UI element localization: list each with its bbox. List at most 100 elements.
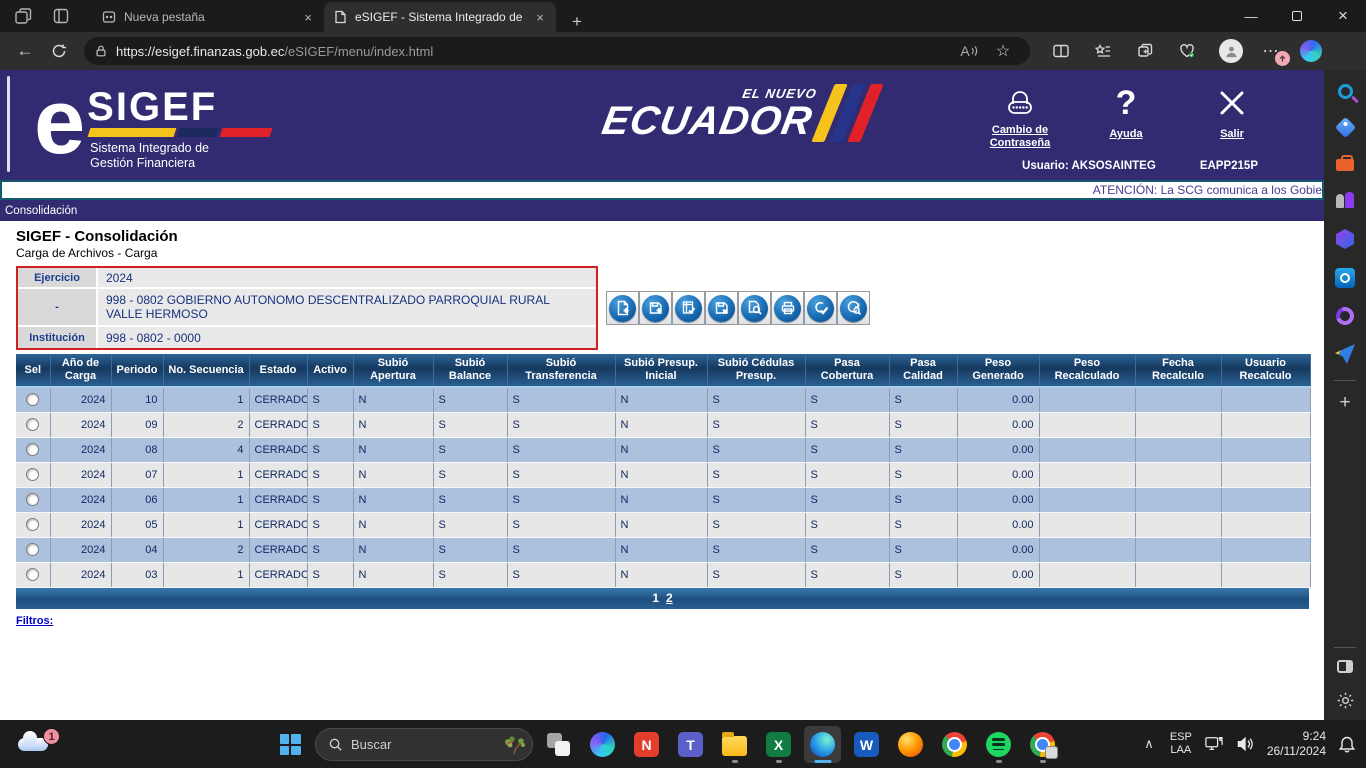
save-record-button[interactable] [639,291,672,325]
drop-icon[interactable] [1335,344,1355,364]
new-record-button[interactable] [606,291,639,325]
validate-record-button[interactable] [672,291,705,325]
tab-nueva-pestana[interactable]: Nueva pestaña × [92,2,324,32]
settings-gear-icon[interactable] [1336,691,1355,710]
logout-button[interactable]: Salir [1194,82,1270,151]
table-cell: 2024 [50,487,112,513]
table-cell: S [805,462,890,488]
table-cell [1135,412,1222,438]
shopping-icon[interactable] [1334,116,1356,139]
search-icon[interactable] [1337,84,1353,99]
pagination-bar: 1 2 [16,587,1309,609]
sidebar-add-icon[interactable]: + [1339,393,1350,412]
row-select-radio[interactable] [26,468,40,481]
taskbar-excel-icon[interactable]: X [760,726,797,763]
table-cell: S [307,512,354,538]
tray-chevron-up-icon[interactable]: ∧ [1140,736,1158,752]
filters-link[interactable]: Filtros: [16,615,53,627]
approve-record-button[interactable] [804,291,837,325]
change-password-button[interactable]: Cambio de Contraseña [982,82,1058,151]
volume-icon[interactable] [1236,735,1255,753]
more-menu-icon[interactable]: ⋯ [1254,36,1290,66]
reload-records-button[interactable] [837,291,870,325]
column-header: Activo [307,354,354,388]
table-cell: S [433,562,508,588]
table-cell: N [615,412,708,438]
loop-icon[interactable] [1333,304,1357,328]
taskbar-copilot-icon[interactable] [584,726,621,763]
url-bar[interactable]: https://esigef.finanzas.gob.ec/eSIGEF/me… [84,37,1030,65]
weather-widget[interactable]: 1 [16,728,60,760]
search-highlight-plant-icon[interactable] [501,733,527,757]
taskbar-file-explorer-icon[interactable] [716,726,753,763]
delete-record-button[interactable] [705,291,738,325]
collections-icon[interactable] [1128,36,1162,66]
language-indicator[interactable]: ESP LAA [1170,731,1192,757]
outlook-icon[interactable] [1335,268,1355,288]
page-link-2[interactable]: 2 [666,591,673,605]
print-record-button[interactable] [771,291,804,325]
lock-icon [94,44,108,58]
taskbar-nitro-pdf-icon[interactable]: N [628,726,665,763]
row-select-radio[interactable] [26,393,40,407]
tab-preview-icon[interactable] [52,7,70,25]
table-cell: CERRADO [249,487,308,513]
start-button[interactable] [272,727,308,763]
network-icon[interactable] [1204,735,1224,753]
row-select-radio[interactable] [26,493,40,506]
sidebar-panel-icon[interactable] [1337,660,1353,673]
server-label: EAPP215P [1199,160,1258,172]
workspaces-icon[interactable] [14,7,32,25]
row-select-radio[interactable] [26,443,40,456]
tray-time: 9:24 [1302,729,1326,743]
taskbar-chrome-icon[interactable] [936,726,973,763]
taskbar-teams-icon[interactable]: T [672,726,709,763]
windows-taskbar: 1 Buscar NT X W ∧ ESP LAA 9:24 26/11/2024 [0,720,1366,768]
minimize-button[interactable]: — [1228,0,1274,32]
browser-essentials-icon[interactable] [1170,36,1204,66]
search-icon [329,738,342,751]
taskbar-word-icon[interactable]: W [848,726,885,763]
row-select-radio[interactable] [26,568,40,581]
tab-esigef[interactable]: eSIGEF - Sistema Integrado de G × [324,2,556,32]
favorites-list-icon[interactable] [1086,36,1120,66]
row-select-radio[interactable] [26,543,40,556]
profile-avatar[interactable] [1214,36,1248,66]
favorite-star-icon[interactable]: ☆ [986,36,1020,66]
taskbar-firefox-icon[interactable] [892,726,929,763]
taskbar-search[interactable]: Buscar [315,728,533,761]
tab-strip: Nueva pestaña × eSIGEF - Sistema Integra… [92,0,588,32]
taskbar-task-view-icon[interactable] [540,726,577,763]
clock[interactable]: 9:24 26/11/2024 [1267,729,1326,759]
help-button[interactable]: ? Ayuda [1088,82,1164,151]
notification-bell-icon[interactable] [1338,735,1356,754]
view-record-button[interactable] [738,291,771,325]
logo-sigef-text: SIGEF [87,85,218,129]
tab-close-icon[interactable]: × [300,10,316,25]
table-cell: CERRADO [249,562,308,588]
toolbox-icon[interactable] [1336,155,1354,171]
tab-close-icon[interactable]: × [532,10,548,25]
new-tab-button[interactable]: + [566,12,588,32]
microsoft-365-icon[interactable] [1336,229,1354,249]
maximize-button[interactable] [1274,0,1320,32]
taskbar-spotify-icon[interactable] [980,726,1017,763]
taskbar-chrome-profile-icon[interactable] [1024,726,1061,763]
split-screen-icon[interactable] [1044,36,1078,66]
row-select-radio[interactable] [26,518,40,531]
update-badge-icon [1275,51,1290,66]
select-cell [16,562,51,588]
copilot-icon[interactable] [1294,36,1328,66]
row-select-radio[interactable] [26,418,40,431]
close-window-button[interactable]: × [1320,0,1366,32]
refresh-button[interactable] [42,36,76,66]
menu-item-consolidacion[interactable]: Consolidación [5,205,77,217]
table-cell [1221,387,1311,413]
column-header: Subió Transferencia [507,354,616,388]
taskbar-edge-icon[interactable] [804,726,841,763]
read-aloud-icon[interactable]: A [952,36,986,66]
table-cell: 2024 [50,387,112,413]
back-button[interactable]: ← [8,36,42,66]
games-icon[interactable] [1335,190,1355,210]
select-cell [16,537,51,563]
